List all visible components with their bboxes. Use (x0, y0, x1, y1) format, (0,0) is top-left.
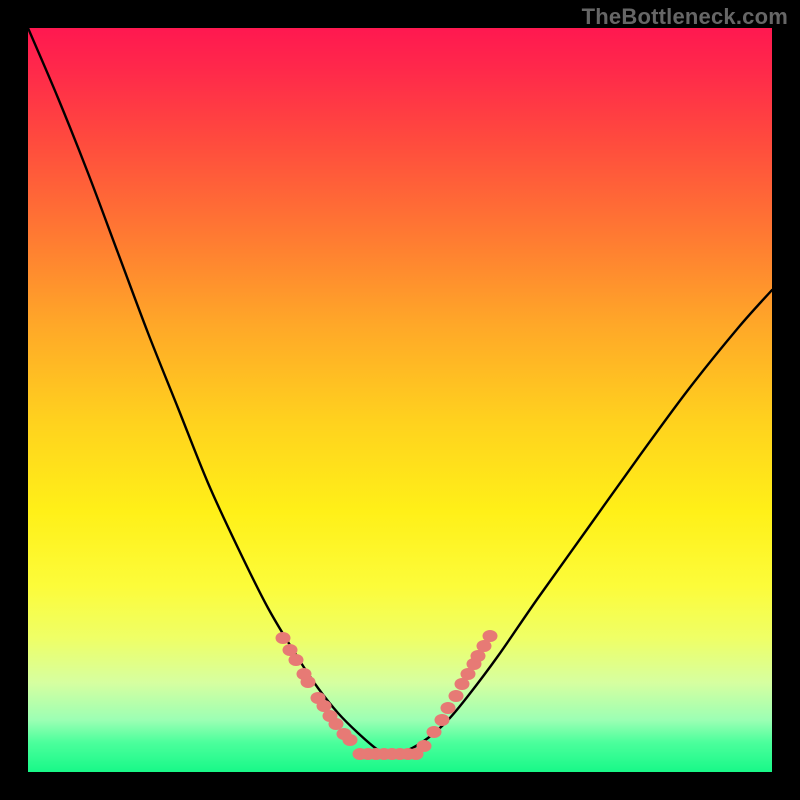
chart-frame: TheBottleneck.com (0, 0, 800, 800)
valley-curve (28, 28, 772, 754)
marker-dot (301, 676, 316, 688)
highlight-dots (276, 630, 498, 760)
curve-svg (28, 28, 772, 772)
marker-dot (289, 654, 304, 666)
watermark-text: TheBottleneck.com (582, 4, 788, 30)
marker-dot (449, 690, 464, 702)
marker-dot (329, 718, 344, 730)
marker-dot (483, 630, 498, 642)
marker-dot (276, 632, 291, 644)
marker-dot (343, 734, 358, 746)
marker-dot (441, 702, 456, 714)
plot-area (28, 28, 772, 772)
marker-dot (427, 726, 442, 738)
marker-dot (417, 740, 432, 752)
marker-dot (435, 714, 450, 726)
